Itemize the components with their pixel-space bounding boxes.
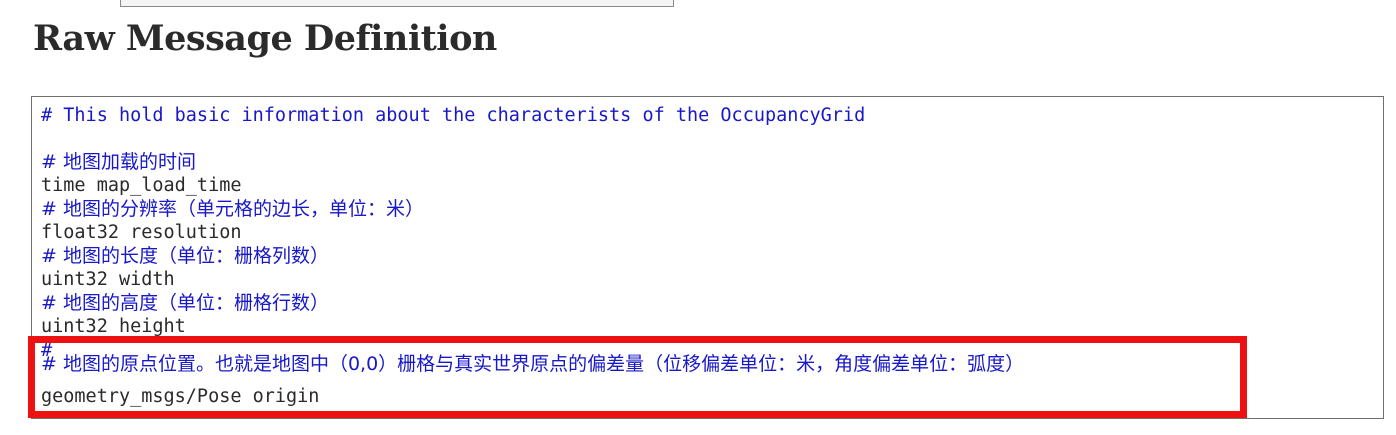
document-page: Raw Message Definition # This hold basic… bbox=[0, 0, 1396, 435]
message-definition-code-block: # This hold basic information about the … bbox=[31, 96, 1384, 419]
code-comment-line: # 地图的长度（单位：栅格列数） bbox=[41, 245, 329, 267]
code-declaration-line: time map_load_time bbox=[41, 175, 242, 196]
code-declaration-line: uint32 width bbox=[41, 269, 175, 290]
code-comment-line: # 地图的高度（单位：栅格行数） bbox=[41, 292, 329, 314]
code-comment-line: # 地图加载的时间 bbox=[41, 151, 196, 173]
code-declaration-line: uint32 height bbox=[41, 316, 186, 337]
code-comment-line: # 地图的分辨率（单元格的边长，单位：米） bbox=[41, 198, 424, 220]
code-declaration-line: geometry_msgs/Pose origin bbox=[41, 386, 320, 407]
previous-code-box-edge bbox=[120, 0, 674, 7]
code-comment-line: # This hold basic information about the … bbox=[41, 105, 866, 126]
code-comment-line: # 地图的原点位置。也就是地图中（0,0）栅格与真实世界原点的偏差量（位移偏差单… bbox=[41, 353, 1025, 375]
section-title: Raw Message Definition bbox=[33, 18, 497, 59]
code-declaration-line: float32 resolution bbox=[41, 222, 242, 243]
